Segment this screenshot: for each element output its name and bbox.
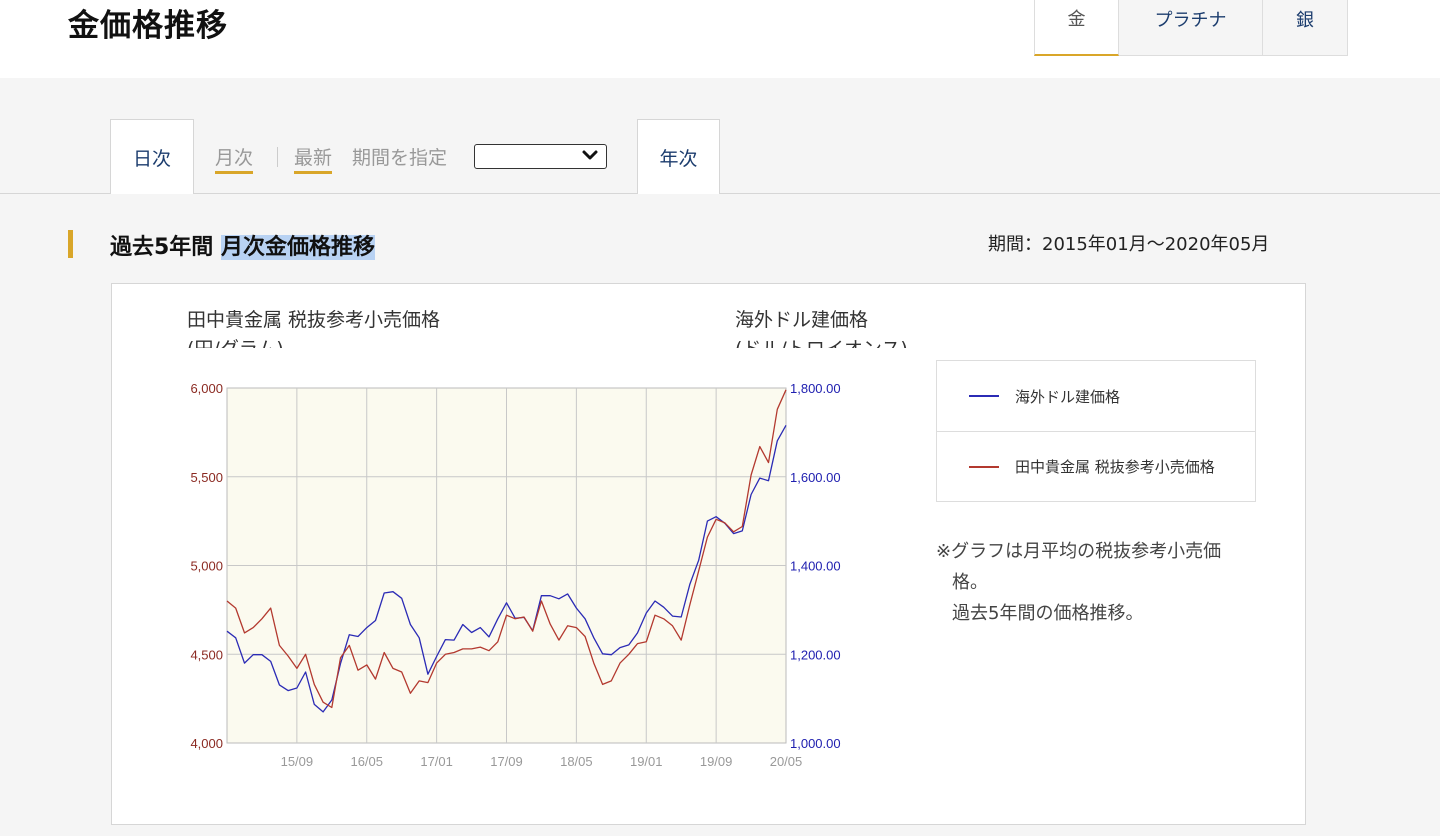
monthly-link[interactable]: 月次 (215, 143, 254, 174)
tab-silver[interactable]: 銀 (1263, 0, 1348, 56)
right-y-tick-label: 1,800.00 (790, 381, 841, 396)
left-y-tick-label: 4,000 (190, 736, 223, 751)
legend-swatch-jpy (969, 465, 999, 468)
right-y-tick-label: 1,600.00 (790, 470, 841, 485)
tab-gold[interactable]: 金 (1034, 0, 1119, 56)
right-y-tick-label: 1,000.00 (790, 736, 841, 751)
chart-note: ※グラフは月平均の税抜参考小売価 格。 過去5年間の価格推移。 (936, 536, 1221, 629)
legend-item-jpy: 田中貴金属 税抜参考小売価格 (937, 431, 1255, 501)
section-title: 過去5年間 月次金価格推移 (110, 229, 375, 261)
x-tick-label: 20/05 (770, 754, 803, 769)
tab-platinum[interactable]: プラチナ (1119, 0, 1263, 56)
left-y-tick-label: 5,000 (190, 559, 223, 574)
x-tick-label: 19/09 (700, 754, 733, 769)
x-tick-label: 18/05 (560, 754, 593, 769)
tab-yearly[interactable]: 年次 (637, 119, 720, 194)
legend-label-usd: 海外ドル建価格 (1015, 387, 1121, 406)
note-line-1: ※グラフは月平均の税抜参考小売価 (936, 541, 1222, 562)
latest-link[interactable]: 最新 (294, 143, 333, 174)
period-label: 期間を指定 (352, 147, 448, 169)
x-tick-label: 15/09 (281, 754, 314, 769)
divider (277, 146, 279, 167)
x-tick-label: 17/01 (420, 754, 453, 769)
x-tick-label: 17/09 (490, 754, 523, 769)
monthly-controls: 月次 最新 期間を指定 (195, 119, 636, 194)
left-y-tick-label: 5,500 (190, 470, 223, 485)
page-title: 金価格推移 (68, 8, 228, 44)
right-axis-unit: (ドル/トロイオンス) (735, 331, 925, 348)
tab-daily[interactable]: 日次 (110, 119, 194, 194)
left-y-tick-label: 6,000 (190, 381, 223, 396)
legend-swatch-usd (969, 395, 999, 397)
x-tick-label: 19/01 (630, 754, 663, 769)
legend-item-usd: 海外ドル建価格 (937, 361, 1255, 431)
metal-tabs: 金 プラチナ 銀 (1034, 0, 1348, 56)
period-range: 期間：2015年01月〜2020年05月 (988, 234, 1270, 255)
left-y-tick-label: 4,500 (190, 647, 223, 662)
right-y-tick-label: 1,200.00 (790, 647, 841, 662)
chart-legend: 海外ドル建価格 田中貴金属 税抜参考小売価格 (936, 360, 1256, 502)
x-tick-label: 16/05 (350, 754, 383, 769)
period-nav: 日次 月次 最新 期間を指定 年次 (0, 119, 1440, 194)
note-line-2: 格。 (952, 572, 988, 593)
note-line-3: 過去5年間の価格推移。 (952, 603, 1144, 624)
price-line-chart: 6,000 1,800.00 5,500 1,600.00 5,000 1,400.00 4… (190, 381, 841, 769)
left-axis-title: 田中貴金属 税抜参考小売価格 (187, 309, 441, 331)
legend-label-jpy: 田中貴金属 税抜参考小売価格 (1015, 458, 1215, 476)
left-axis-unit: (円/グラム) (187, 331, 307, 348)
section-accent-bar (68, 230, 73, 258)
right-axis-title: 海外ドル建価格 (735, 309, 869, 331)
period-select[interactable] (474, 144, 608, 169)
right-y-tick-label: 1,400.00 (790, 559, 841, 574)
chevron-down-icon (582, 150, 598, 160)
section-title-prefix: 過去5年間 (110, 235, 214, 260)
section-title-highlight: 月次金価格推移 (220, 235, 375, 260)
top-header: 金価格推移 金 プラチナ 銀 (0, 0, 1440, 78)
